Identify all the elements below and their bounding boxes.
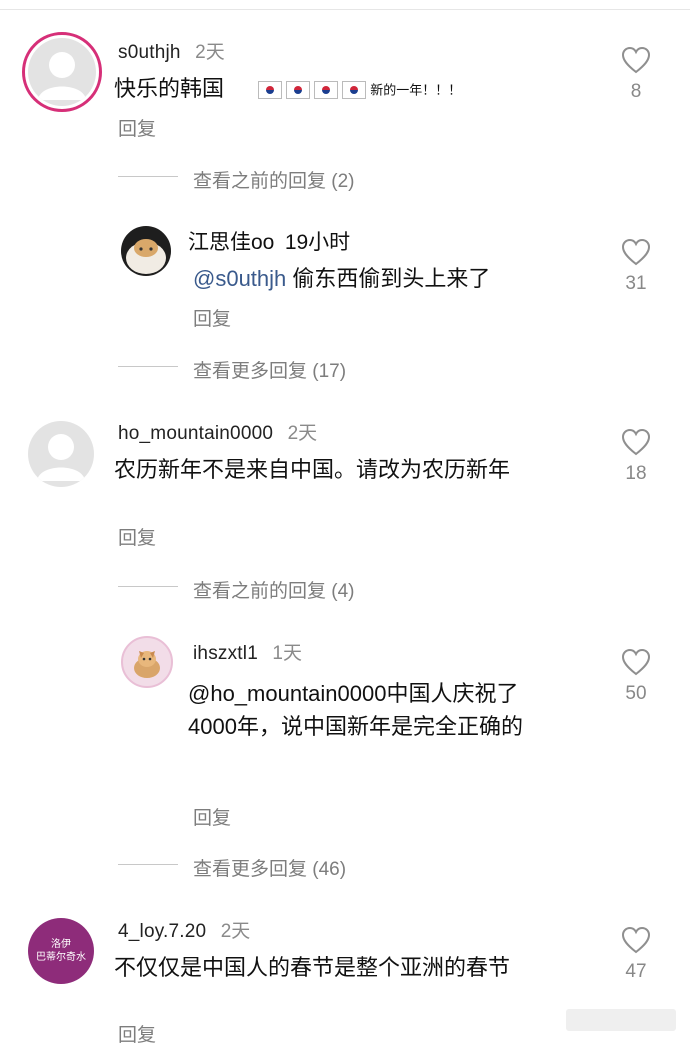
view-previous-replies[interactable]: 查看之前的回复 (2) [193, 166, 355, 193]
heart-icon[interactable] [621, 648, 651, 676]
divider-line [118, 586, 178, 587]
comment-text: 农历新年不是来自中国。请改为农历新年 [114, 457, 511, 482]
heart-icon[interactable] [621, 238, 651, 266]
timestamp: 2天 [195, 42, 225, 63]
like-count: 31 [625, 273, 647, 294]
comment-header: 4_loy.7.20 2天 [118, 916, 250, 943]
timestamp: 2天 [220, 921, 251, 942]
timestamp: 19小时 [284, 231, 351, 254]
like-button[interactable]: 31 [616, 238, 656, 295]
username[interactable]: s0uthjh [118, 42, 181, 63]
default-avatar-icon [37, 434, 85, 481]
reply-button[interactable]: 回复 [118, 1020, 156, 1047]
timestamp: 2天 [287, 423, 318, 444]
view-more-replies[interactable]: 查看更多回复 (17) [193, 356, 346, 383]
avatar[interactable]: 洛伊 巴蒂尔奇水 [28, 918, 94, 984]
like-button[interactable]: 18 [616, 428, 656, 485]
reply-text: @s0uthjh 偷东西偷到头上来了 [193, 266, 491, 291]
top-divider [0, 9, 690, 10]
watermark [566, 1009, 676, 1031]
mention-link[interactable]: @s0uthjh [193, 266, 286, 291]
reply-button[interactable]: 回复 [118, 523, 156, 550]
comment-text: 快乐的韩国 新的一年！！！ [114, 76, 462, 101]
divider-line [118, 864, 178, 865]
like-count: 18 [625, 463, 647, 484]
username[interactable]: 4_loy.7.20 [118, 921, 206, 942]
reply-header: 江思佳oo 19小时 [188, 226, 350, 259]
avatar[interactable] [28, 421, 94, 487]
like-button[interactable]: 8 [616, 46, 656, 103]
reply-button[interactable]: 回复 [193, 803, 231, 830]
avatar[interactable] [22, 32, 102, 112]
like-count: 47 [625, 961, 647, 982]
comment-text: 不仅仅是中国人的春节是整个亚洲的春节 [114, 955, 511, 980]
default-avatar-icon [38, 52, 86, 100]
korea-flag-icon [286, 81, 311, 100]
comment-header: s0uthjh 2天 [118, 37, 225, 64]
comment-header: ho_mountain0000 2天 [118, 418, 317, 445]
avatar-text: 洛伊 [51, 939, 71, 950]
mention-link[interactable]: @ho_mountain0000 [188, 681, 386, 706]
username[interactable]: 江思佳oo [188, 231, 274, 254]
view-more-replies[interactable]: 查看更多回复 (46) [193, 854, 346, 881]
cat-avatar-icon [121, 226, 171, 276]
username[interactable]: ho_mountain0000 [118, 423, 273, 444]
korea-flag-icon [258, 81, 283, 100]
like-button[interactable]: 50 [616, 648, 656, 705]
divider-line [118, 176, 178, 177]
reply-button[interactable]: 回复 [118, 114, 156, 141]
cat-avatar-icon [134, 651, 160, 678]
timestamp: 1天 [272, 643, 302, 664]
like-button[interactable]: 47 [616, 926, 656, 983]
reply-header: ihszxtl1 1天 [193, 638, 302, 665]
heart-icon[interactable] [621, 926, 651, 954]
username[interactable]: ihszxtl1 [193, 643, 258, 664]
like-count: 8 [630, 81, 642, 102]
sticker-text: 新的一年！！！ [370, 82, 462, 98]
avatar-text: 巴蒂尔奇水 [36, 952, 86, 963]
korea-flag-icon [342, 81, 367, 100]
view-previous-replies[interactable]: 查看之前的回复 (4) [193, 576, 355, 603]
reply-text: @ho_mountain0000中国人庆祝了 4000年，说中国新年是完全正确的 [188, 681, 523, 739]
korea-flag-icon [314, 81, 339, 100]
heart-icon[interactable] [621, 46, 651, 74]
divider-line [118, 366, 178, 367]
heart-icon[interactable] [621, 428, 651, 456]
avatar[interactable] [121, 636, 173, 688]
avatar[interactable] [121, 226, 171, 276]
like-count: 50 [625, 683, 647, 704]
reply-button[interactable]: 回复 [193, 304, 231, 331]
